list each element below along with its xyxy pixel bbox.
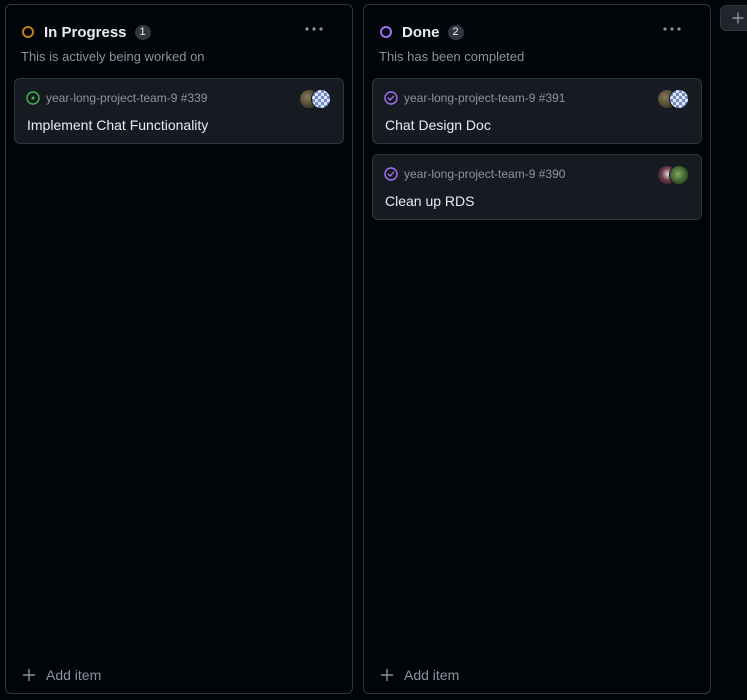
card-title[interactable]: Implement Chat Functionality — [27, 117, 208, 133]
plus-icon — [732, 12, 744, 24]
card-title[interactable]: Chat Design Doc — [385, 117, 491, 133]
project-board: In Progress 1 This is actively being wor… — [0, 0, 747, 700]
status-circle-icon — [22, 26, 34, 38]
item-count-badge: 2 — [447, 24, 464, 40]
issue-card[interactable]: year-long-project-team-9 #390 Clean up R… — [372, 154, 702, 220]
add-item-button[interactable]: Add item — [22, 667, 101, 683]
kebab-horizontal-icon — [663, 27, 681, 31]
card-meta: year-long-project-team-9 #391 — [384, 91, 565, 105]
closed-issue-icon — [384, 91, 398, 105]
column-more-button[interactable] — [660, 19, 684, 39]
column-more-button[interactable] — [302, 19, 326, 39]
avatar[interactable] — [669, 165, 689, 185]
closed-issue-icon — [384, 167, 398, 181]
status-circle-icon — [380, 26, 392, 38]
assignees — [657, 165, 689, 185]
card-meta: year-long-project-team-9 #390 — [384, 167, 565, 181]
card-meta: year-long-project-team-9 #339 — [26, 91, 207, 105]
add-item-label: Add item — [404, 667, 460, 683]
open-issue-icon — [26, 91, 40, 105]
column-title: Done — [402, 23, 440, 41]
column-title: In Progress — [44, 23, 127, 41]
add-column-button[interactable] — [720, 5, 747, 31]
column-done: Done 2 This has been completed year-long… — [363, 4, 711, 694]
card-repo-ref[interactable]: year-long-project-team-9 #339 — [46, 91, 207, 105]
column-in-progress: In Progress 1 This is actively being wor… — [5, 4, 353, 694]
item-count-badge: 1 — [134, 24, 151, 40]
plus-icon — [380, 668, 394, 682]
kebab-horizontal-icon — [305, 27, 323, 31]
column-header: In Progress 1 — [22, 21, 336, 43]
column-header: Done 2 — [380, 21, 694, 43]
card-repo-ref[interactable]: year-long-project-team-9 #390 — [404, 167, 565, 181]
card-title[interactable]: Clean up RDS — [385, 193, 475, 209]
assignees — [657, 89, 689, 109]
issue-card[interactable]: year-long-project-team-9 #391 Chat Desig… — [372, 78, 702, 144]
add-item-button[interactable]: Add item — [380, 667, 459, 683]
add-item-label: Add item — [46, 667, 102, 683]
card-repo-ref[interactable]: year-long-project-team-9 #391 — [404, 91, 565, 105]
issue-card[interactable]: year-long-project-team-9 #339 Implement … — [14, 78, 344, 144]
column-description: This has been completed — [379, 49, 525, 64]
avatar[interactable] — [669, 89, 689, 109]
plus-icon — [22, 668, 36, 682]
assignees — [299, 89, 331, 109]
column-description: This is actively being worked on — [21, 49, 205, 64]
avatar[interactable] — [311, 89, 331, 109]
